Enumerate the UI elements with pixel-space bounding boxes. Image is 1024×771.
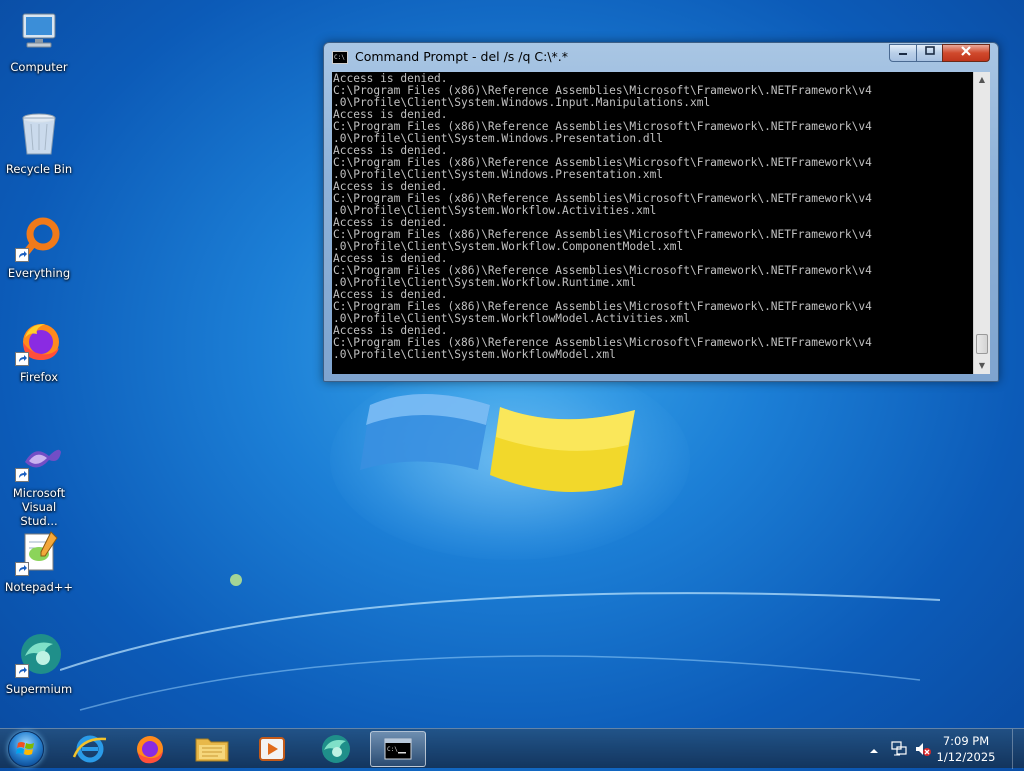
firefox-icon — [137, 736, 163, 764]
console-line: .0\Profile\Client\System.WorkflowModel.x… — [333, 348, 616, 361]
taskbar-firefox[interactable] — [122, 731, 178, 767]
minimize-button[interactable] — [889, 44, 917, 62]
shortcut-arrow-icon — [15, 248, 29, 262]
desktop-icon-computer[interactable]: Computer — [4, 8, 74, 74]
taskbar: C:\ 7:09 PM 1/12/2025 — [0, 728, 1024, 769]
window-titlebar[interactable]: C:\ Command Prompt - del /s /q C:\*.* — [324, 43, 998, 71]
clock-date: 1/12/2025 — [936, 750, 996, 764]
windows-logo-wallpaper — [360, 394, 635, 493]
desktop-icon-label: Supermium — [5, 682, 73, 696]
clock-time: 7:09 PM — [942, 734, 990, 748]
desktop-icon-label: Computer — [10, 60, 68, 74]
network-tray-button[interactable] — [890, 740, 908, 758]
supermium-icon — [15, 630, 63, 678]
computer-icon — [15, 8, 63, 56]
desktop-icon-label: Recycle Bin — [5, 162, 73, 176]
desktop-icon-label: Microsoft Visual Stud... — [12, 486, 66, 528]
show-desktop-button[interactable] — [1012, 729, 1024, 769]
console-text: Access is denied. C:\Program Files (x86)… — [332, 72, 973, 361]
desktop-icon-label: Firefox — [19, 370, 59, 384]
desktop-icon-notepadpp[interactable]: Notepad++ — [4, 528, 74, 594]
recycle-bin-icon — [15, 110, 63, 158]
start-button[interactable] — [8, 731, 44, 767]
scroll-up-arrow-icon[interactable]: ▲ — [974, 72, 990, 88]
tray-clock[interactable]: 7:09 PM 1/12/2025 — [930, 733, 1002, 765]
desktop-icon-recycle-bin[interactable]: Recycle Bin — [4, 110, 74, 176]
folder-icon — [195, 738, 229, 762]
maximize-button[interactable] — [916, 44, 943, 62]
visual-studio-icon — [15, 434, 63, 482]
vertical-scrollbar[interactable]: ▲ ▼ — [973, 72, 990, 374]
desktop-icon-label: Notepad++ — [4, 580, 74, 594]
taskbar-internet-explorer[interactable] — [62, 731, 118, 767]
shortcut-arrow-icon — [15, 352, 29, 366]
taskbar-file-explorer[interactable] — [184, 731, 240, 767]
desktop-icon-everything[interactable]: Everything — [4, 214, 74, 280]
close-icon — [961, 46, 971, 56]
everything-icon — [15, 214, 63, 262]
internet-explorer-icon — [72, 735, 107, 763]
desktop-icon-firefox[interactable]: Firefox — [4, 318, 74, 384]
desktop-icon-visual-studio[interactable]: Microsoft Visual Stud... — [4, 434, 74, 528]
console-output[interactable]: Access is denied. C:\Program Files (x86)… — [332, 72, 973, 374]
desktop-icon-label: Everything — [7, 266, 71, 280]
supermium-icon — [322, 735, 350, 763]
minimize-icon — [899, 53, 907, 55]
shortcut-arrow-icon — [15, 562, 29, 576]
windows-flag-icon — [16, 742, 34, 755]
cmd-title-icon: C:\ — [332, 51, 348, 64]
network-icon — [891, 741, 907, 756]
media-player-icon — [259, 737, 285, 761]
desktop-icon-supermium[interactable]: Supermium — [4, 630, 74, 696]
taskbar-command-prompt[interactable]: C:\ — [370, 731, 426, 767]
window-title: Command Prompt - del /s /q C:\*.* — [355, 49, 569, 64]
shortcut-arrow-icon — [15, 664, 29, 678]
scroll-down-arrow-icon[interactable]: ▼ — [974, 358, 990, 374]
notepadpp-icon — [15, 528, 63, 576]
scrollbar-thumb[interactable] — [976, 334, 988, 354]
firefox-icon — [15, 318, 63, 366]
taskbar-media-player[interactable] — [244, 731, 300, 767]
maximize-icon — [924, 46, 935, 55]
command-prompt-window[interactable]: C:\ Command Prompt - del /s /q C:\*.* Ac… — [323, 42, 999, 382]
chevron-up-icon — [870, 749, 878, 753]
close-button[interactable] — [942, 44, 990, 62]
show-hidden-icons-button[interactable] — [868, 742, 880, 754]
command-prompt-icon: C:\ — [384, 738, 412, 760]
system-tray — [866, 729, 931, 769]
shortcut-arrow-icon — [15, 468, 29, 482]
taskbar-supermium[interactable] — [308, 731, 364, 767]
svg-text:C:\: C:\ — [387, 746, 398, 753]
